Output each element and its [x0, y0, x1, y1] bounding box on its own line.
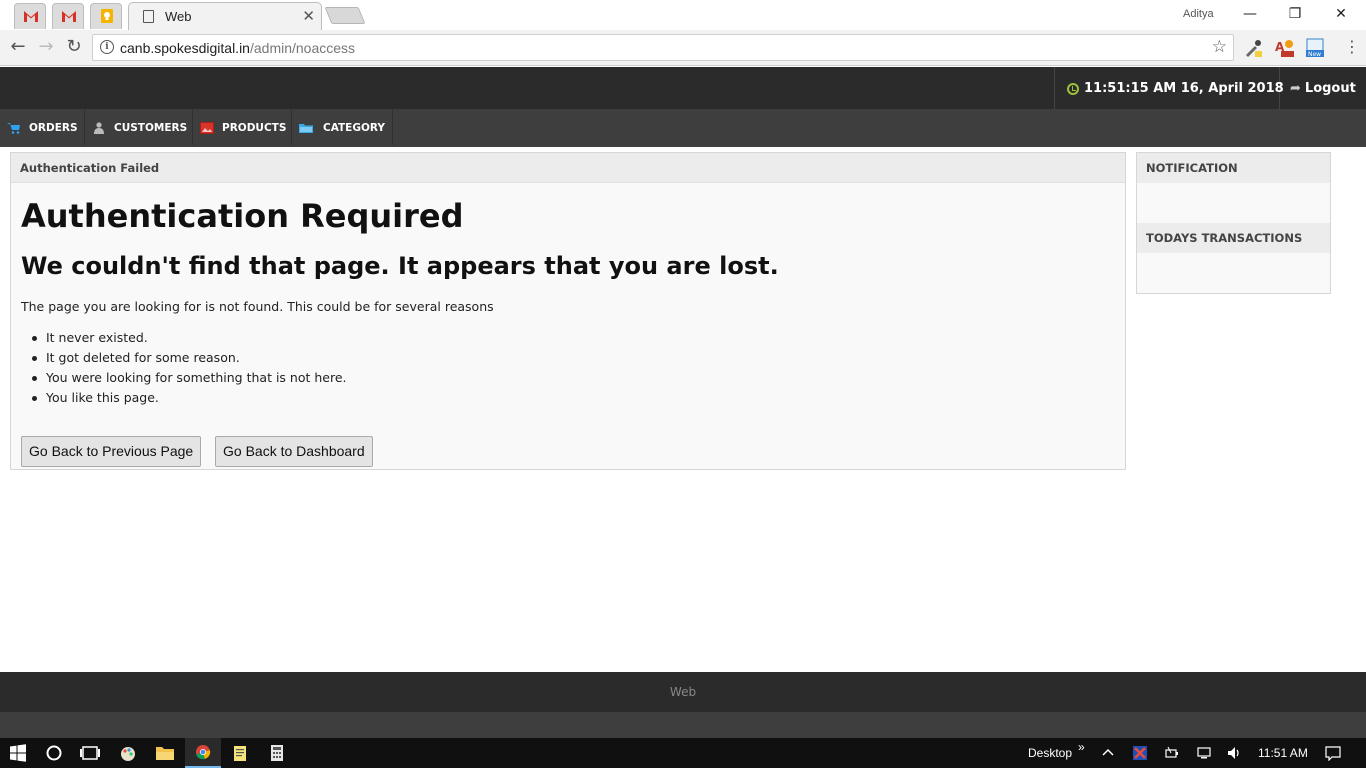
tab-gmail-1[interactable]: [14, 3, 46, 29]
close-window-button[interactable]: ✕: [1321, 3, 1361, 25]
current-datetime: 11:51:15 AM 16, April 2018: [1084, 81, 1284, 96]
browser-tabstrip: Web ✕ Aditya — ❐ ✕: [0, 0, 1366, 30]
tab-gmail-2[interactable]: [52, 3, 84, 29]
url-text[interactable]: canb.spokesdigital.in/admin/noaccess: [120, 40, 355, 56]
bookmark-star-icon[interactable]: ☆: [1212, 37, 1227, 57]
keep-icon: [101, 9, 113, 23]
clock-box: 11:51:15 AM 16, April 2018: [1054, 67, 1284, 109]
menu-label-category: CATEGORY: [323, 122, 386, 134]
share-arrow-icon: ➦: [1290, 81, 1301, 96]
reasons-list: It never existed. It got deleted for som…: [32, 328, 347, 408]
page-heading: Authentication Required: [21, 197, 464, 235]
logout-button[interactable]: ➦ Logout: [1290, 81, 1356, 96]
footer-bar: [0, 712, 1366, 738]
list-item: It got deleted for some reason.: [32, 348, 347, 368]
browser-menu-icon[interactable]: ⋮: [1340, 36, 1364, 58]
tray-expand-icon[interactable]: [1100, 745, 1116, 761]
minimize-button[interactable]: —: [1230, 3, 1270, 25]
abp-extension-icon[interactable]: A: [1274, 38, 1294, 58]
notepad-icon[interactable]: [222, 738, 258, 768]
desktop-toolbar-label[interactable]: Desktop: [1028, 746, 1072, 760]
tab-keep[interactable]: [90, 3, 122, 29]
list-item: It never existed.: [32, 328, 347, 348]
site-info-icon[interactable]: i: [100, 40, 114, 54]
gmail-icon: [62, 11, 76, 22]
new-tab-button[interactable]: [324, 7, 366, 24]
menu-item-category[interactable]: CATEGORY: [292, 109, 393, 145]
image-icon: [200, 122, 214, 134]
chrome-icon[interactable]: [185, 738, 221, 768]
sidebar-panel: NOTIFICATION TODAYS TRANSACTIONS: [1136, 152, 1331, 294]
page-subheading: We couldn't find that page. It appears t…: [21, 252, 779, 280]
notification-title: NOTIFICATION: [1146, 161, 1238, 175]
taskbar-clock[interactable]: 11:51 AM: [1258, 746, 1308, 760]
main-menu: ORDERS CUSTOMERS PRODUCTS CATEGORY: [0, 109, 1366, 147]
transactions-title: TODAYS TRANSACTIONS: [1146, 231, 1303, 245]
windows-start-icon[interactable]: [0, 738, 36, 768]
folder-icon: [299, 124, 313, 133]
paint-icon[interactable]: [110, 738, 146, 768]
menu-item-orders[interactable]: ORDERS: [0, 109, 85, 145]
panel-header: Authentication Failed: [11, 153, 1125, 183]
auth-failed-panel: Authentication Failed Authentication Req…: [10, 152, 1126, 470]
back-button[interactable]: ←: [6, 36, 30, 58]
menu-label-orders: ORDERS: [29, 122, 78, 134]
menu-label-customers: CUSTOMERS: [114, 122, 188, 134]
task-view-icon[interactable]: [72, 738, 108, 768]
new-extension-icon[interactable]: New: [1305, 38, 1325, 58]
network-icon[interactable]: [1196, 745, 1212, 761]
gmail-icon: [24, 11, 38, 22]
toolbar-chevron-icon[interactable]: »: [1078, 740, 1085, 754]
clock-icon: [1067, 83, 1079, 95]
taskbar: Desktop » 11:51 AM: [0, 738, 1366, 768]
notification-header: NOTIFICATION: [1137, 153, 1330, 183]
list-item: You like this page.: [32, 388, 347, 408]
eyedropper-extension-icon[interactable]: [1243, 38, 1263, 58]
user-icon: [94, 122, 104, 134]
logout-label: Logout: [1304, 81, 1356, 96]
panel-title: Authentication Failed: [20, 161, 160, 175]
app-header: 11:51:15 AM 16, April 2018 ➦ Logout: [0, 67, 1366, 109]
menu-label-products: PRODUCTS: [222, 122, 287, 134]
page-footer: Web: [0, 672, 1366, 712]
restore-button[interactable]: ❐: [1275, 3, 1315, 25]
menu-item-products[interactable]: PRODUCTS: [193, 109, 292, 145]
page-icon: [143, 10, 154, 23]
footer-text: Web: [669, 685, 697, 699]
browser-profile-name[interactable]: Aditya: [1183, 8, 1214, 20]
intro-text: The page you are looking for is not foun…: [21, 299, 494, 314]
reload-button[interactable]: ↻: [62, 36, 86, 58]
tab-web[interactable]: Web ✕: [128, 2, 322, 30]
tab-close-icon[interactable]: ✕: [302, 7, 315, 25]
calculator-icon[interactable]: [259, 738, 295, 768]
cart-icon: [7, 123, 20, 134]
go-back-dashboard-button[interactable]: Go Back to Dashboard: [215, 436, 373, 467]
transactions-header: TODAYS TRANSACTIONS: [1137, 223, 1330, 253]
cortana-icon[interactable]: [36, 738, 72, 768]
menu-item-customers[interactable]: CUSTOMERS: [85, 109, 193, 145]
browser-toolbar: ← → ↻ i canb.spokesdigital.in/admin/noac…: [0, 30, 1366, 66]
volume-icon[interactable]: [1226, 745, 1242, 761]
power-icon[interactable]: [1164, 745, 1180, 761]
go-back-previous-button[interactable]: Go Back to Previous Page: [21, 436, 202, 467]
app-tray-icon[interactable]: [1132, 745, 1148, 761]
list-item: You were looking for something that is n…: [32, 368, 347, 388]
file-explorer-icon[interactable]: [147, 738, 183, 768]
address-bar[interactable]: i canb.spokesdigital.in/admin/noaccess ☆: [92, 34, 1234, 61]
svg-text:New: New: [1308, 51, 1321, 58]
tab-title: Web: [165, 9, 192, 24]
forward-button[interactable]: →: [34, 36, 58, 58]
action-center-icon[interactable]: [1325, 745, 1341, 761]
